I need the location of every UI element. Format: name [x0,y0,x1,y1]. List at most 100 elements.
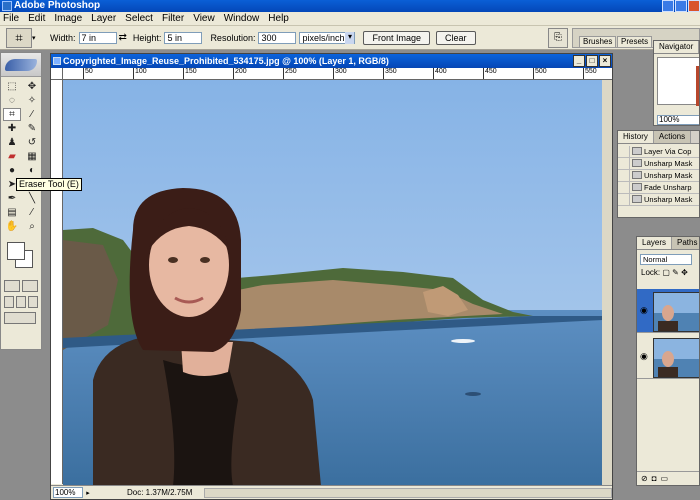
ruler-tick-label: 350 [383,68,397,79]
ruler-tick-label: 450 [483,68,497,79]
close-icon[interactable] [688,0,700,12]
screen-mode-standard-icon[interactable] [4,296,14,308]
history-item[interactable]: Unsharp Mask [618,170,699,182]
magic-wand-tool-icon[interactable]: ✧ [23,94,41,107]
eraser-tool-icon[interactable]: ▰ [3,150,21,163]
clone-stamp-tool-icon[interactable]: ♟ [3,136,21,149]
slice-tool-icon[interactable]: ∕ [23,108,41,121]
lock-transparency-icon[interactable]: ▢ [662,268,670,277]
front-image-button[interactable]: Front Image [363,30,430,45]
layer-visibility-eye-icon[interactable]: ◉ [640,351,648,362]
height-input[interactable]: 5 in [164,31,203,44]
pen-tool-icon[interactable]: ✒ [3,192,21,205]
notes-tool-icon[interactable]: ▤ [3,206,21,219]
gradient-tool-icon[interactable]: ▦ [23,150,41,163]
history-tab[interactable]: History [618,131,654,143]
layer-row[interactable]: ◉ [637,289,699,333]
width-input[interactable]: 7 in [78,31,117,44]
ruler-tick-label: 400 [433,68,447,79]
history-item[interactable]: Layer Via Cop [618,146,699,158]
history-state-icon [632,159,642,167]
document-window: Copyrighted_Image_Reuse_Prohibited_53417… [50,53,613,500]
doc-minimize-icon[interactable]: _ [573,55,585,67]
maximize-icon[interactable] [675,0,687,12]
feather-logo-icon [5,59,37,71]
foreground-color-swatch[interactable] [7,242,25,260]
doc-close-icon[interactable]: × [599,55,611,67]
presets-tab[interactable]: Presets [617,36,653,48]
jump-to-imageready-icon[interactable] [4,312,36,324]
history-item[interactable]: Unsharp Mask [618,158,699,170]
brush-tool-icon[interactable]: ✎ [23,122,41,135]
history-brush-tool-icon[interactable]: ↺ [23,136,41,149]
zoom-tool-icon[interactable]: ⌕ [23,220,41,233]
menu-view[interactable]: View [193,13,215,24]
zoom-level-field[interactable]: 100% [53,487,83,498]
resolution-unit-select[interactable]: pixels/inch [299,31,356,44]
line-tool-icon[interactable]: ╲ [23,192,41,205]
photo-artwork [63,80,603,486]
layer-mask-icon[interactable]: ◘ [652,474,657,483]
history-item[interactable]: Unsharp Mask [618,194,699,206]
swap-dimensions-icon[interactable]: ⇄ [119,32,127,43]
layer-visibility-eye-icon[interactable]: ◉ [640,305,648,316]
minimize-icon[interactable] [662,0,674,12]
lock-move-icon[interactable]: ✥ [681,268,688,277]
doc-maximize-icon[interactable]: □ [586,55,598,67]
history-item[interactable]: Fade Unsharp [618,182,699,194]
eyedropper-tool-icon[interactable]: ⁄ [23,206,41,219]
layer-thumbnail [653,292,699,332]
menu-layer[interactable]: Layer [91,13,116,24]
menu-filter[interactable]: Filter [162,13,184,24]
lasso-tool-icon[interactable]: ◌ [3,94,21,107]
standard-mode-icon[interactable] [4,280,20,292]
layer-style-icon[interactable]: ⊘ [641,474,648,483]
marquee-tool-icon[interactable]: ⬚ [3,80,21,93]
move-tool-icon[interactable]: ✥ [23,80,41,93]
history-palette: History Actions Layer Via Cop Unsharp Ma… [617,130,700,218]
image-canvas[interactable] [63,80,603,486]
blend-mode-select[interactable]: Normal [640,254,692,265]
menu-select[interactable]: Select [125,13,153,24]
menu-window[interactable]: Window [224,13,260,24]
hand-tool-icon[interactable]: ✋ [3,220,21,233]
brushes-tab[interactable]: Brushes [579,36,617,48]
crop-tool-preset-icon[interactable]: ⌗ [6,27,32,48]
layers-palette: Layers Paths Normal Lock: ▢ ✎ ✥ ◉ ◉ ⊘ ◘ … [636,236,700,486]
new-layer-icon[interactable]: ▭ [661,474,669,483]
lock-paint-icon[interactable]: ✎ [672,268,679,277]
quick-mask-mode-icon[interactable] [22,280,38,292]
vertical-scrollbar[interactable] [602,80,612,486]
actions-tab[interactable]: Actions [653,131,692,143]
screen-mode-full-menu-icon[interactable] [16,296,26,308]
layer-thumbnail-art [654,339,699,377]
crop-tool-icon[interactable]: ⌗ [3,108,21,121]
dodge-tool-icon[interactable]: ◐ [23,164,41,177]
menu-edit[interactable]: Edit [28,13,45,24]
photoshop-logo-icon [2,1,12,11]
layer-row[interactable]: ◉ [637,335,699,379]
status-menu-arrow-icon[interactable]: ▸ [83,489,93,497]
ruler-origin[interactable] [51,68,63,80]
lock-controls: Lock: ▢ ✎ ✥ [641,268,688,277]
eraser-tool-tooltip: Eraser Tool (E) [16,178,82,191]
file-browser-icon[interactable]: ⎘ [548,28,568,48]
resolution-input[interactable]: 300 [258,31,297,44]
navigator-tab[interactable]: Navigator [654,41,699,53]
screen-mode-full-icon[interactable] [28,296,38,308]
paths-tab[interactable]: Paths [672,237,699,249]
navigator-preview[interactable] [657,57,699,106]
resolution-label: Resolution: [210,32,256,43]
blur-tool-icon[interactable]: ● [3,164,21,177]
menu-help[interactable]: Help [268,13,289,24]
menu-file[interactable]: File [3,13,19,24]
clear-button[interactable]: Clear [436,30,476,45]
history-state-icon [632,195,642,203]
tool-preset-dropdown-icon[interactable]: ▾ [32,34,40,42]
layers-tab[interactable]: Layers [637,237,673,249]
horizontal-scrollbar[interactable] [204,487,612,498]
navigator-zoom-field[interactable]: 100% [657,115,699,125]
width-label: Width: [50,32,76,43]
menu-image[interactable]: Image [54,13,82,24]
healing-brush-tool-icon[interactable]: ✚ [3,122,21,135]
